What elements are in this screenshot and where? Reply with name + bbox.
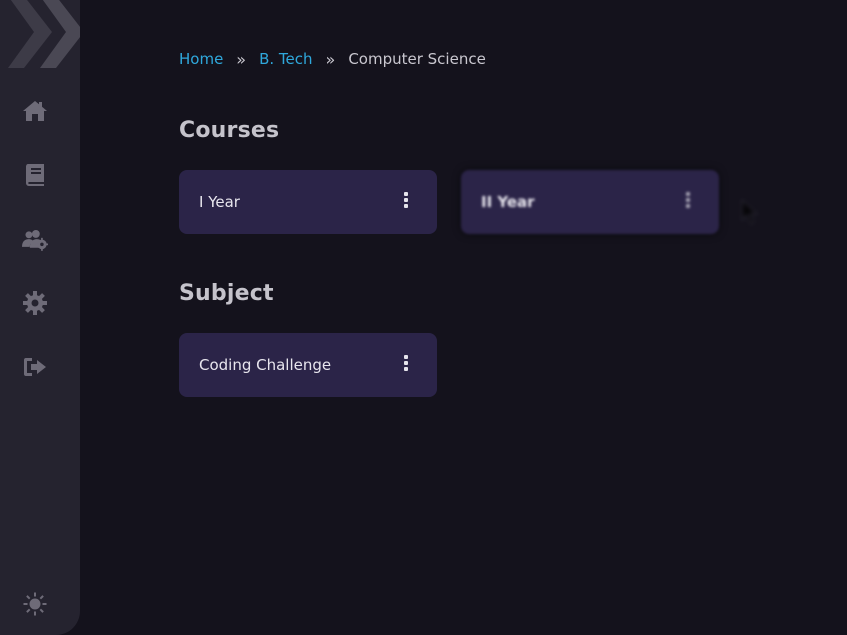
kebab-menu-icon[interactable] — [683, 192, 693, 208]
chevrons-logo[interactable] — [0, 0, 80, 70]
sidebar — [0, 0, 80, 635]
home-icon[interactable] — [22, 98, 48, 124]
subject-heading: Subject — [179, 281, 274, 306]
users-gear-icon[interactable] — [22, 227, 48, 253]
subject-card-coding-challenge[interactable]: Coding Challenge — [179, 333, 437, 397]
kebab-menu-icon[interactable] — [401, 192, 411, 208]
gear-icon[interactable] — [22, 290, 48, 316]
sign-out-icon[interactable] — [22, 354, 48, 380]
breadcrumb-current: Computer Science — [348, 50, 486, 68]
book-icon[interactable] — [22, 162, 48, 188]
drag-cursor-icon — [738, 198, 760, 228]
course-card-ii-year[interactable]: II Year — [461, 170, 719, 234]
sun-icon[interactable] — [22, 591, 48, 617]
breadcrumb-home-link[interactable]: Home — [179, 50, 223, 68]
courses-heading: Courses — [179, 118, 280, 143]
breadcrumb-program-link[interactable]: B. Tech — [259, 50, 312, 68]
course-card-label: I Year — [199, 193, 240, 211]
breadcrumb: Home » B. Tech » Computer Science — [179, 48, 486, 70]
course-card-i-year[interactable]: I Year — [179, 170, 437, 234]
subject-card-label: Coding Challenge — [199, 356, 332, 374]
breadcrumb-separator: » — [325, 49, 336, 69]
app-root: Home » B. Tech » Computer Science Course… — [0, 0, 847, 635]
breadcrumb-separator: » — [236, 49, 247, 69]
course-card-label: II Year — [481, 193, 535, 211]
kebab-menu-icon[interactable] — [401, 355, 411, 371]
